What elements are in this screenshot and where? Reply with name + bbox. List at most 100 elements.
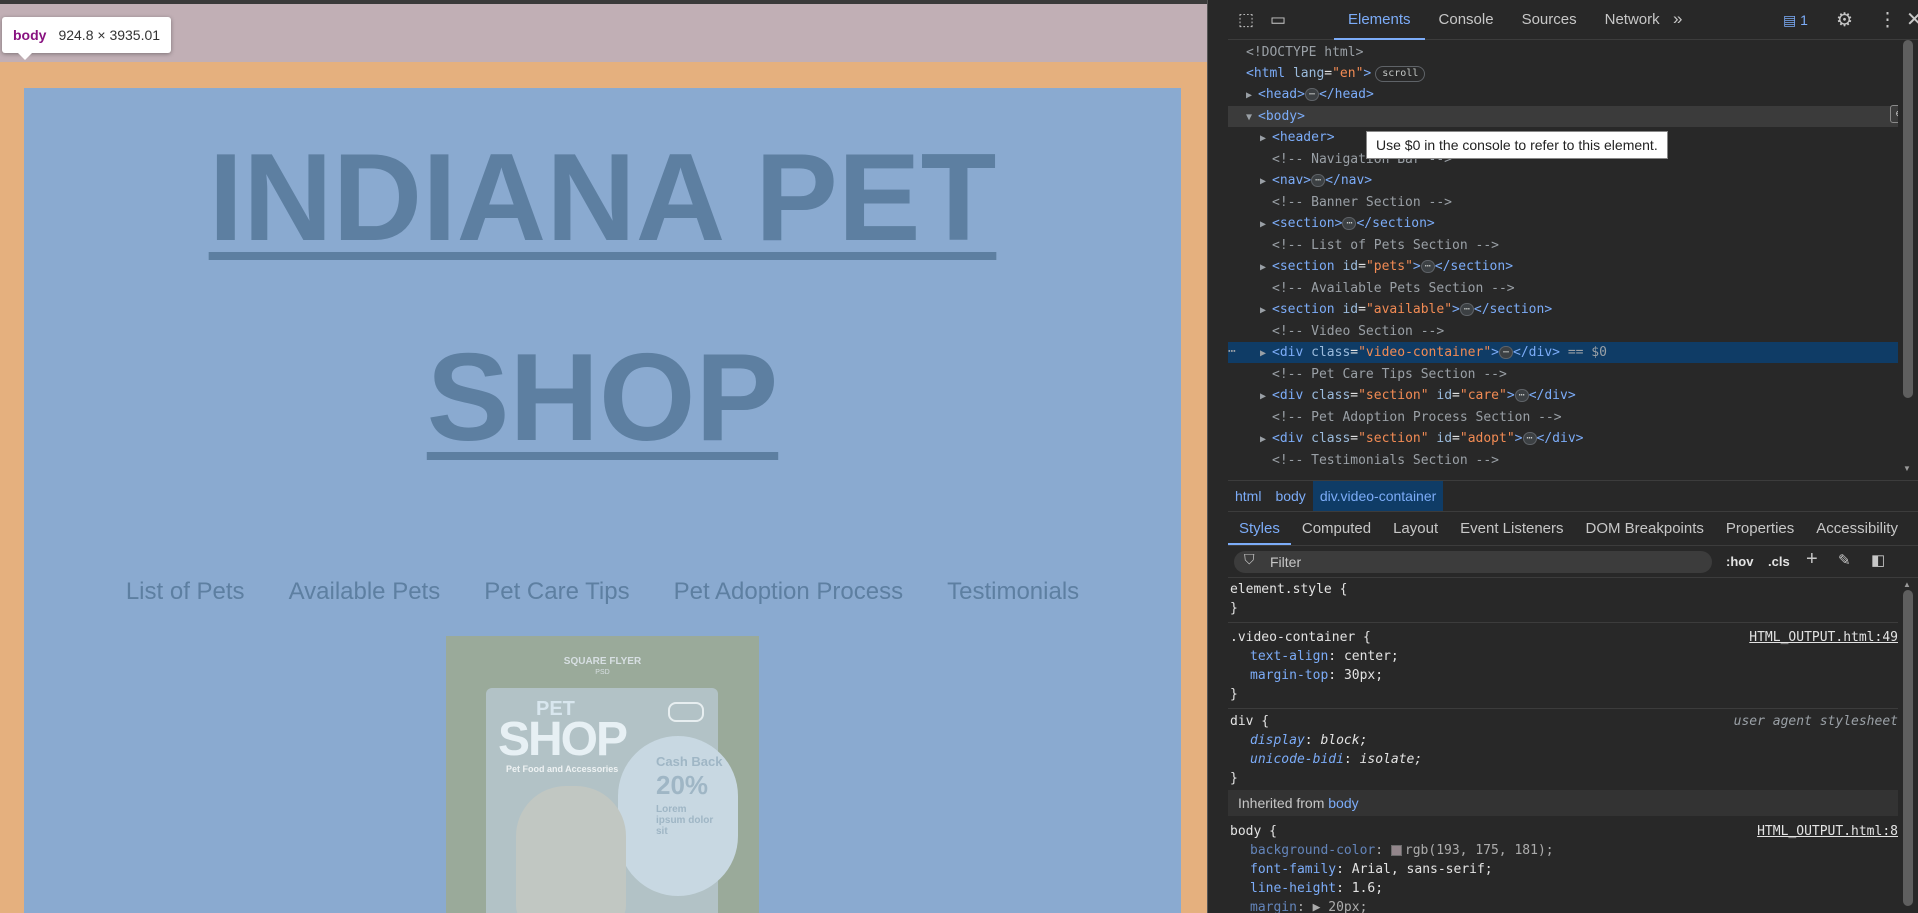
rule-div[interactable]: div {	[1228, 712, 1269, 731]
color-swatch[interactable]	[1390, 845, 1402, 856]
dom-tree-scrollbar[interactable]: ▲ ▼	[1898, 40, 1918, 480]
dom-line-comment-testimonials[interactable]: <!-- Testimonials Section -->	[1228, 450, 1898, 471]
expand-triangle-icon[interactable]: ▶	[1260, 386, 1272, 407]
expand-triangle-icon[interactable]: ▶	[1260, 128, 1272, 149]
rule-body[interactable]: body {	[1228, 822, 1277, 841]
page-preview[interactable]: INDIANA PET SHOP List of Pets Available …	[0, 0, 1207, 913]
more-tabs-chevron-icon[interactable]: »	[1673, 9, 1682, 29]
dom-line-nav[interactable]: ▶ <nav> ⋯ </nav>	[1228, 170, 1898, 191]
collapse-triangle-icon[interactable]: ▼	[1246, 107, 1258, 128]
paint-brush-icon[interactable]: ✎	[1838, 551, 1851, 569]
collapsed-ellipsis[interactable]: ⋯	[1304, 88, 1319, 101]
tab-computed[interactable]: Computed	[1291, 512, 1382, 545]
dom-line-doctype[interactable]: <!DOCTYPE html>	[1228, 42, 1898, 63]
dom-line-video-container-selected[interactable]: ▶ <div class="video-container"> ⋯ </div> ==…	[1228, 342, 1898, 363]
breadcrumb-video-container[interactable]: div.video-container	[1312, 481, 1444, 511]
prop-name: text-align	[1250, 649, 1329, 664]
styles-scrollbar[interactable]: ▲	[1898, 578, 1918, 913]
tab-properties[interactable]: Properties	[1715, 512, 1805, 545]
dom-line-head[interactable]: ▶ <head> ⋯ </head>	[1228, 84, 1898, 105]
tab-console[interactable]: Console	[1425, 0, 1508, 40]
more-options-icon[interactable]: ⋮	[1878, 9, 1897, 32]
tab-elements[interactable]: Elements	[1334, 0, 1425, 40]
dom-line-comment-care[interactable]: <!-- Pet Care Tips Section -->	[1228, 364, 1898, 385]
scroll-up-arrow-icon[interactable]: ▲	[1903, 580, 1911, 589]
dom-line-div-care[interactable]: ▶ <div class="section" id="care"> ⋯ </div>	[1228, 385, 1898, 406]
tab-sources[interactable]: Sources	[1508, 0, 1591, 40]
messages-badge[interactable]: ▤ 1	[1783, 12, 1808, 29]
html-attr-value: "en"	[1332, 66, 1364, 81]
dom-line-section[interactable]: ▶ <section> ⋯ </section>	[1228, 213, 1898, 234]
comment-text: <!-- Pet Care Tips Section -->	[1272, 367, 1507, 382]
decl-font-family[interactable]: font-family: Arial, sans-serif;	[1228, 860, 1493, 879]
dom-line-section-available[interactable]: ▶ <section id="available"> ⋯ </section>	[1228, 299, 1898, 320]
filter-input[interactable]: Filter	[1234, 551, 1712, 573]
tab-styles[interactable]: Styles	[1228, 512, 1291, 545]
device-toolbar-icon[interactable]: ▭	[1270, 10, 1286, 30]
add-rule-icon[interactable]: +	[1806, 548, 1818, 571]
breadcrumb-body[interactable]: body	[1268, 481, 1312, 511]
expand-triangle-icon[interactable]: ▶	[1260, 429, 1272, 450]
decl-line-height[interactable]: line-height: 1.6;	[1228, 879, 1383, 898]
scroll-badge[interactable]: scroll	[1375, 65, 1426, 82]
expand-triangle-icon[interactable]: ▶	[1260, 343, 1272, 364]
decl-text-align[interactable]: text-align: center;	[1228, 647, 1399, 666]
rule-source-link[interactable]: HTML_OUTPUT.html:8	[1757, 822, 1898, 841]
scrollbar-thumb[interactable]	[1903, 40, 1913, 398]
collapsed-ellipsis[interactable]: ⋯	[1342, 217, 1357, 230]
rule-video-container[interactable]: .video-container {	[1228, 628, 1371, 647]
hov-toggle[interactable]: :hov	[1726, 554, 1753, 569]
rule-brace: }	[1230, 601, 1238, 616]
dom-line-section-pets[interactable]: ▶ <section id="pets"> ⋯ </section>	[1228, 256, 1898, 277]
dom-line-comment-video[interactable]: <!-- Video Section -->	[1228, 321, 1898, 342]
collapsed-ellipsis[interactable]: ⋯	[1499, 346, 1514, 359]
nav-pet-care-tips[interactable]: Pet Care Tips	[484, 578, 629, 606]
nav-list-of-pets[interactable]: List of Pets	[126, 578, 245, 606]
decl-margin-top[interactable]: margin-top: 30px;	[1228, 666, 1383, 685]
settings-gear-icon[interactable]: ⚙	[1836, 9, 1853, 32]
decl-margin[interactable]: margin: ▶ 20px;	[1228, 898, 1367, 913]
dom-line-comment-banner[interactable]: <!-- Banner Section -->	[1228, 192, 1898, 213]
collapsed-ellipsis[interactable]: ⋯	[1311, 174, 1326, 187]
nav-testimonials[interactable]: Testimonials	[947, 578, 1079, 606]
rule-source-link[interactable]: HTML_OUTPUT.html:49	[1749, 628, 1898, 647]
expand-triangle-icon[interactable]: ▶	[1246, 85, 1258, 106]
dom-line-body[interactable]: ▼ <body>	[1228, 106, 1898, 127]
new-style-rule-icon[interactable]: ⊕	[1890, 105, 1898, 123]
tab-layout[interactable]: Layout	[1382, 512, 1449, 545]
tab-network[interactable]: Network	[1591, 0, 1674, 40]
expand-triangle-icon[interactable]: ▶	[1260, 257, 1272, 278]
cls-toggle[interactable]: .cls	[1768, 554, 1790, 569]
nav-available-pets[interactable]: Available Pets	[289, 578, 441, 606]
scroll-down-arrow-icon[interactable]: ▼	[1903, 464, 1911, 473]
collapsed-ellipsis[interactable]: ⋯	[1459, 303, 1474, 316]
collapsed-ellipsis[interactable]: ⋯	[1522, 432, 1537, 445]
collapsed-ellipsis[interactable]: ⋯	[1420, 260, 1435, 273]
decl-background-color[interactable]: background-color: rgb(193, 175, 181);	[1228, 841, 1554, 860]
inherited-element-link[interactable]: body	[1328, 795, 1358, 811]
rule-element-style[interactable]: element.style {	[1228, 580, 1347, 599]
dog-illustration	[516, 786, 626, 913]
tab-event-listeners[interactable]: Event Listeners	[1449, 512, 1574, 545]
dom-line-div-adopt[interactable]: ▶ <div class="section" id="adopt"> ⋯ </div>	[1228, 428, 1898, 449]
breadcrumb-html[interactable]: html	[1228, 481, 1268, 511]
close-icon[interactable]: ✕	[1906, 7, 1918, 32]
prop-name: margin-top	[1250, 668, 1329, 683]
comment-text: <!-- List of Pets Section -->	[1272, 238, 1499, 253]
dom-line-html[interactable]: <html lang="en"> scroll	[1228, 63, 1898, 84]
dom-line-comment-list[interactable]: <!-- List of Pets Section -->	[1228, 235, 1898, 256]
toggle-sidebar-icon[interactable]: ◧	[1871, 551, 1885, 569]
inspect-element-icon[interactable]: ⬚	[1238, 10, 1254, 30]
dom-line-comment-adopt[interactable]: <!-- Pet Adoption Process Section -->	[1228, 407, 1898, 428]
dom-line-comment-available[interactable]: <!-- Available Pets Section -->	[1228, 278, 1898, 299]
tab-accessibility[interactable]: Accessibility	[1805, 512, 1909, 545]
nav-pet-adoption-process[interactable]: Pet Adoption Process	[674, 578, 903, 606]
prop-name: font-family	[1250, 862, 1337, 877]
selected-row-dots-icon[interactable]: ⋯	[1228, 344, 1236, 359]
collapsed-ellipsis[interactable]: ⋯	[1514, 389, 1529, 402]
expand-triangle-icon[interactable]: ▶	[1260, 214, 1272, 235]
expand-triangle-icon[interactable]: ▶	[1260, 300, 1272, 321]
expand-triangle-icon[interactable]: ▶	[1260, 171, 1272, 192]
scrollbar-thumb[interactable]	[1903, 590, 1913, 906]
tab-dom-breakpoints[interactable]: DOM Breakpoints	[1575, 512, 1715, 545]
